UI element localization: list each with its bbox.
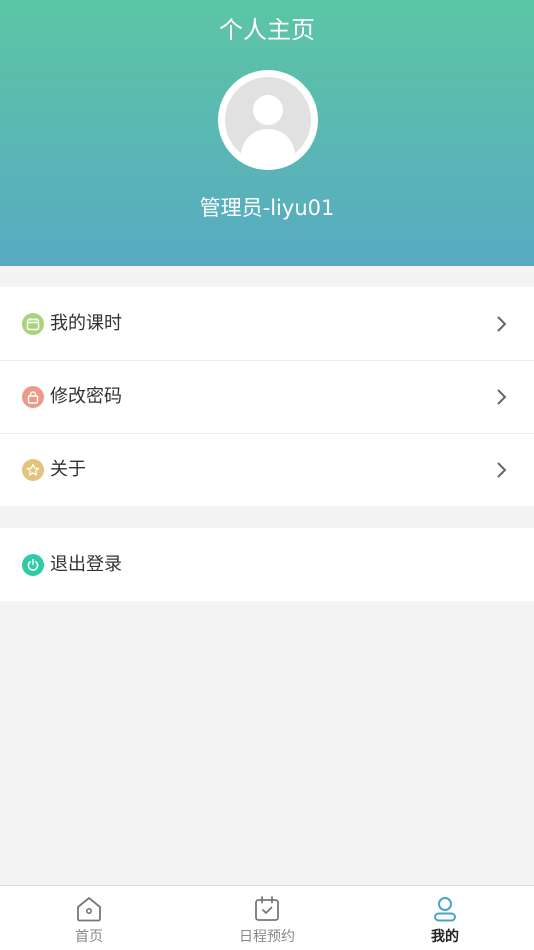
tab-label: 日程预约	[239, 929, 295, 945]
avatar[interactable]	[218, 70, 318, 170]
chevron-right-icon	[497, 389, 507, 405]
tab-schedule[interactable]: 日程预约	[178, 886, 356, 950]
tab-mine[interactable]: 我的	[356, 886, 534, 950]
avatar-placeholder-icon	[225, 77, 311, 163]
page-title: 个人主页	[219, 16, 315, 44]
home-icon	[77, 897, 101, 922]
menu-group-logout: 退出登录	[0, 528, 534, 601]
menu-item-my-hours[interactable]: 我的课时	[0, 287, 534, 360]
schedule-icon	[255, 896, 279, 921]
bottom-tab-bar: 首页 日程预约 我的	[0, 885, 534, 950]
menu-item-label: 关于	[50, 459, 86, 480]
menu-item-about[interactable]: 关于	[0, 433, 534, 506]
profile-page: 个人主页 管理员-liyu01 我的课时 修改密码 关于 退出登录 首页 日程预…	[0, 0, 534, 950]
menu-item-label: 修改密码	[50, 386, 122, 407]
lock-icon	[22, 386, 44, 408]
tab-label: 我的	[431, 929, 459, 945]
tab-home[interactable]: 首页	[0, 886, 178, 950]
menu-item-label: 退出登录	[50, 553, 122, 575]
menu-group-main: 我的课时 修改密码 关于	[0, 287, 534, 506]
profile-icon	[434, 897, 456, 922]
star-icon	[22, 459, 44, 481]
menu-item-label: 我的课时	[50, 312, 122, 334]
calendar-icon	[22, 312, 44, 335]
tab-label: 首页	[75, 929, 103, 945]
profile-header: 个人主页 管理员-liyu01	[0, 0, 534, 266]
menu-item-change-password[interactable]: 修改密码	[0, 360, 534, 433]
power-icon	[22, 553, 44, 576]
logout-button[interactable]: 退出登录	[0, 528, 534, 601]
chevron-right-icon	[497, 462, 507, 478]
chevron-right-icon	[497, 315, 507, 332]
user-name: 管理员-liyu01	[199, 196, 335, 220]
